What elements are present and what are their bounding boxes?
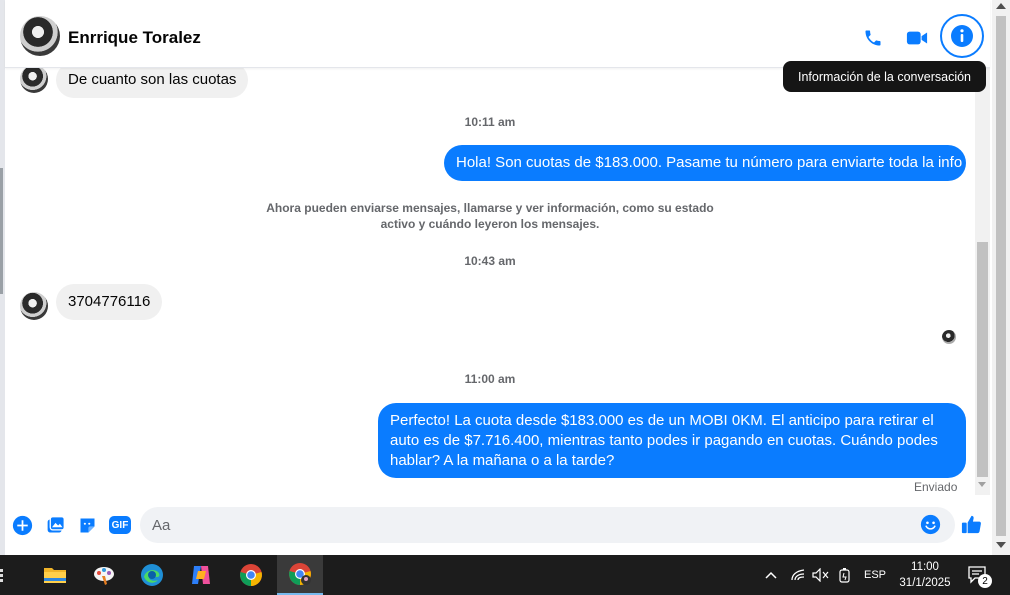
conversation-header: Enrrique Toralez	[5, 0, 990, 68]
like-button[interactable]	[960, 513, 983, 541]
scroll-down-arrow[interactable]	[978, 482, 986, 487]
battery-icon	[839, 568, 850, 583]
message-timestamp: 10:11 am	[464, 115, 516, 129]
sticker-icon	[80, 518, 94, 532]
windows-taskbar: ESP 11:00 31/1/2025 2	[0, 555, 1010, 595]
folder-icon	[44, 568, 66, 583]
chevron-up-icon	[765, 571, 777, 579]
sticker-button[interactable]	[76, 514, 98, 536]
language-indicator[interactable]: ESP	[864, 555, 886, 595]
clock-date: 31/1/2025	[899, 577, 951, 589]
message-timestamp: 10:43 am	[464, 254, 516, 268]
image-icon	[47, 515, 65, 532]
sender-avatar[interactable]	[20, 292, 48, 320]
info-icon	[951, 25, 973, 47]
message-composer: GIF	[5, 500, 990, 552]
notifications-button[interactable]: 2	[968, 555, 992, 595]
left-page-edge	[0, 0, 5, 555]
taskbar-edge[interactable]	[129, 555, 175, 595]
system-note: Ahora pueden enviarse mensajes, llamarse…	[266, 201, 714, 231]
page-scrollbar[interactable]	[992, 0, 1010, 555]
taskbar-chrome-profile[interactable]	[277, 555, 323, 595]
taskbar-clock[interactable]: 11:00 31/1/2025	[890, 559, 960, 591]
phone-icon	[865, 30, 881, 46]
task-view-button[interactable]	[0, 555, 14, 595]
copilot-icon	[192, 566, 210, 584]
incoming-message[interactable]: 3704776116	[56, 284, 163, 320]
taskbar-file-explorer[interactable]	[32, 555, 78, 595]
chrome-icon	[240, 564, 262, 586]
chrome-profile-icon	[289, 563, 311, 585]
paint-palette-icon	[94, 567, 114, 585]
sent-status: Enviado	[914, 480, 958, 494]
network-button[interactable]	[790, 555, 806, 595]
task-view-icon	[0, 569, 3, 582]
outgoing-message[interactable]: Perfecto! La cuota desde $183.000 es de …	[378, 403, 966, 478]
outgoing-message[interactable]: Hola! Son cuotas de $183.000. Pasame tu …	[444, 145, 966, 181]
page-scroll-down-arrow[interactable]	[996, 542, 1006, 548]
info-tooltip: Información de la conversación	[783, 61, 986, 92]
scrollbar-thumb[interactable]	[977, 242, 988, 477]
volume-muted-icon	[812, 568, 829, 582]
contact-name[interactable]: Enrrique Toralez	[68, 28, 201, 48]
notification-badge: 2	[978, 574, 992, 588]
taskbar-paint[interactable]	[81, 555, 127, 595]
thumbs-up-icon	[961, 515, 981, 534]
emoji-button[interactable]	[920, 514, 941, 540]
volume-button[interactable]	[812, 555, 830, 595]
sender-avatar[interactable]	[20, 65, 48, 93]
seen-indicator-avatar	[942, 330, 956, 344]
video-camera-icon	[906, 31, 928, 45]
smiley-icon	[920, 514, 941, 535]
conversation-info-button[interactable]	[940, 14, 984, 58]
show-hidden-icons-button[interactable]	[764, 555, 778, 595]
page-scrollbar-thumb[interactable]	[996, 16, 1006, 536]
voice-call-button[interactable]	[857, 22, 889, 54]
clock-time: 11:00	[911, 561, 939, 573]
wifi-icon	[791, 569, 805, 581]
message-timestamp: 11:00 am	[464, 372, 516, 386]
left-edge-mark	[0, 168, 3, 294]
taskbar-chrome[interactable]	[228, 555, 274, 595]
battery-button[interactable]	[838, 555, 852, 595]
contact-avatar[interactable]	[20, 16, 60, 56]
edge-browser-icon	[141, 564, 163, 586]
taskbar-copilot[interactable]	[178, 555, 224, 595]
page-scroll-up-arrow[interactable]	[996, 3, 1006, 9]
message-input[interactable]	[140, 507, 955, 543]
gif-button[interactable]: GIF	[108, 514, 132, 536]
plus-circle-icon	[12, 515, 32, 535]
more-actions-button[interactable]	[11, 514, 33, 536]
gif-icon: GIF	[109, 516, 131, 534]
attach-media-button[interactable]	[44, 514, 66, 536]
video-call-button[interactable]	[901, 22, 933, 54]
